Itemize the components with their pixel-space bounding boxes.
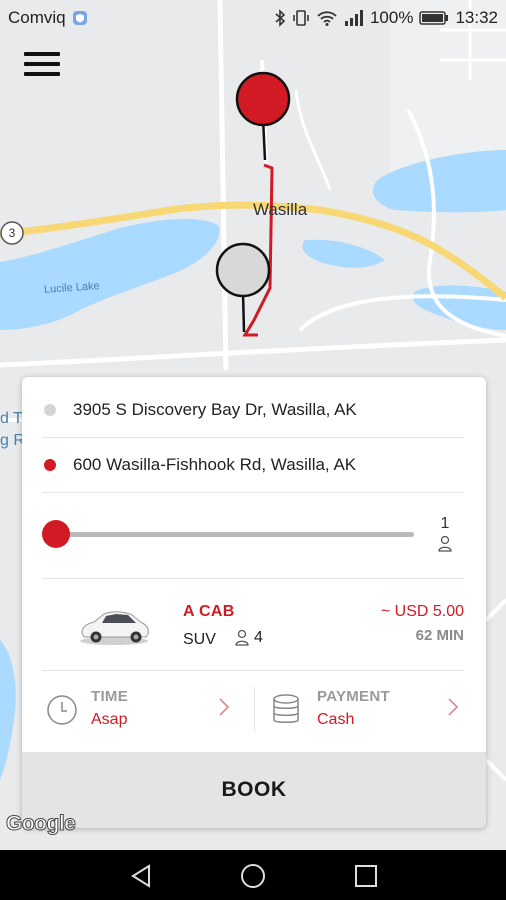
chevron-right-icon [448,698,459,716]
dropoff-address: 600 Wasilla-Fishhook Rd, Wasilla, AK [73,455,357,474]
pickup-address-row[interactable]: 3905 S Discovery Bay Dr, Wasilla, AK [22,383,486,437]
payment-option[interactable]: PAYMENT Cash [255,682,486,736]
passenger-count: 1 [440,515,450,532]
dropoff-dot-icon [44,459,56,471]
chevron-right-icon [219,698,230,716]
vehicle-price: ~ USD 5.00 [380,603,464,620]
pickup-address: 3905 S Discovery Bay Dr, Wasilla, AK [73,400,357,419]
wifi-icon [317,11,337,26]
passenger-slider[interactable] [42,519,414,549]
divider [42,492,464,493]
time-option[interactable]: TIME Asap [22,682,254,736]
menu-icon-line-1 [24,52,60,56]
vibrate-icon [293,10,309,26]
vehicle-seats: 4 [254,629,263,646]
passenger-count-group: 1 [430,515,460,558]
person-icon [235,629,249,646]
menu-icon-line-2 [24,62,60,66]
vehicle-seats-group: 4 [234,629,263,647]
map-town-label: Wasilla [253,200,308,219]
menu-icon-line-3 [24,72,60,76]
battery-icon [419,11,449,25]
clock-icon [47,695,77,725]
payment-label: PAYMENT [317,688,390,705]
vehicle-eta: 62 MIN [415,627,464,644]
car-icon [80,611,149,645]
pickup-dot-icon [44,404,56,416]
person-icon [438,535,452,552]
carrier-group: Comviq [8,8,88,28]
status-time: 13:32 [455,8,498,27]
home-icon[interactable] [239,862,267,890]
menu-button[interactable] [24,52,60,82]
navigation-bar [0,850,506,900]
google-logo: Google [5,812,76,836]
time-label: TIME [91,688,129,705]
back-icon[interactable] [128,862,156,890]
status-right-group: 100% 13:32 [274,8,498,28]
map-edge-label-1: d T [0,410,23,427]
signal-icon [344,10,363,26]
shield-badge-icon [72,11,87,25]
slider-track [56,532,414,537]
divider [42,578,464,579]
divider [42,670,464,671]
booking-card: 3905 S Discovery Bay Dr, Wasilla, AK 600… [22,377,486,828]
bluetooth-icon [275,9,286,27]
coins-icon [273,694,299,723]
battery-percent: 100% [369,8,414,27]
map-route-number: 3 [8,226,16,240]
recents-icon[interactable] [352,862,380,890]
slider-thumb[interactable] [42,520,70,548]
carrier-name: Comviq [8,8,66,27]
book-button[interactable]: BOOK [22,752,486,828]
dropoff-address-row[interactable]: 600 Wasilla-Fishhook Rd, Wasilla, AK [22,438,486,492]
vehicle-type: SUV [183,631,216,648]
payment-value: Cash [317,711,355,728]
status-bar: Comviq 100% 13:32 [0,0,506,36]
vehicle-option[interactable]: A CAB SUV 4 ~ USD 5.00 62 MIN [22,582,486,670]
vehicle-name: A CAB [183,603,235,620]
time-value: Asap [91,711,128,728]
